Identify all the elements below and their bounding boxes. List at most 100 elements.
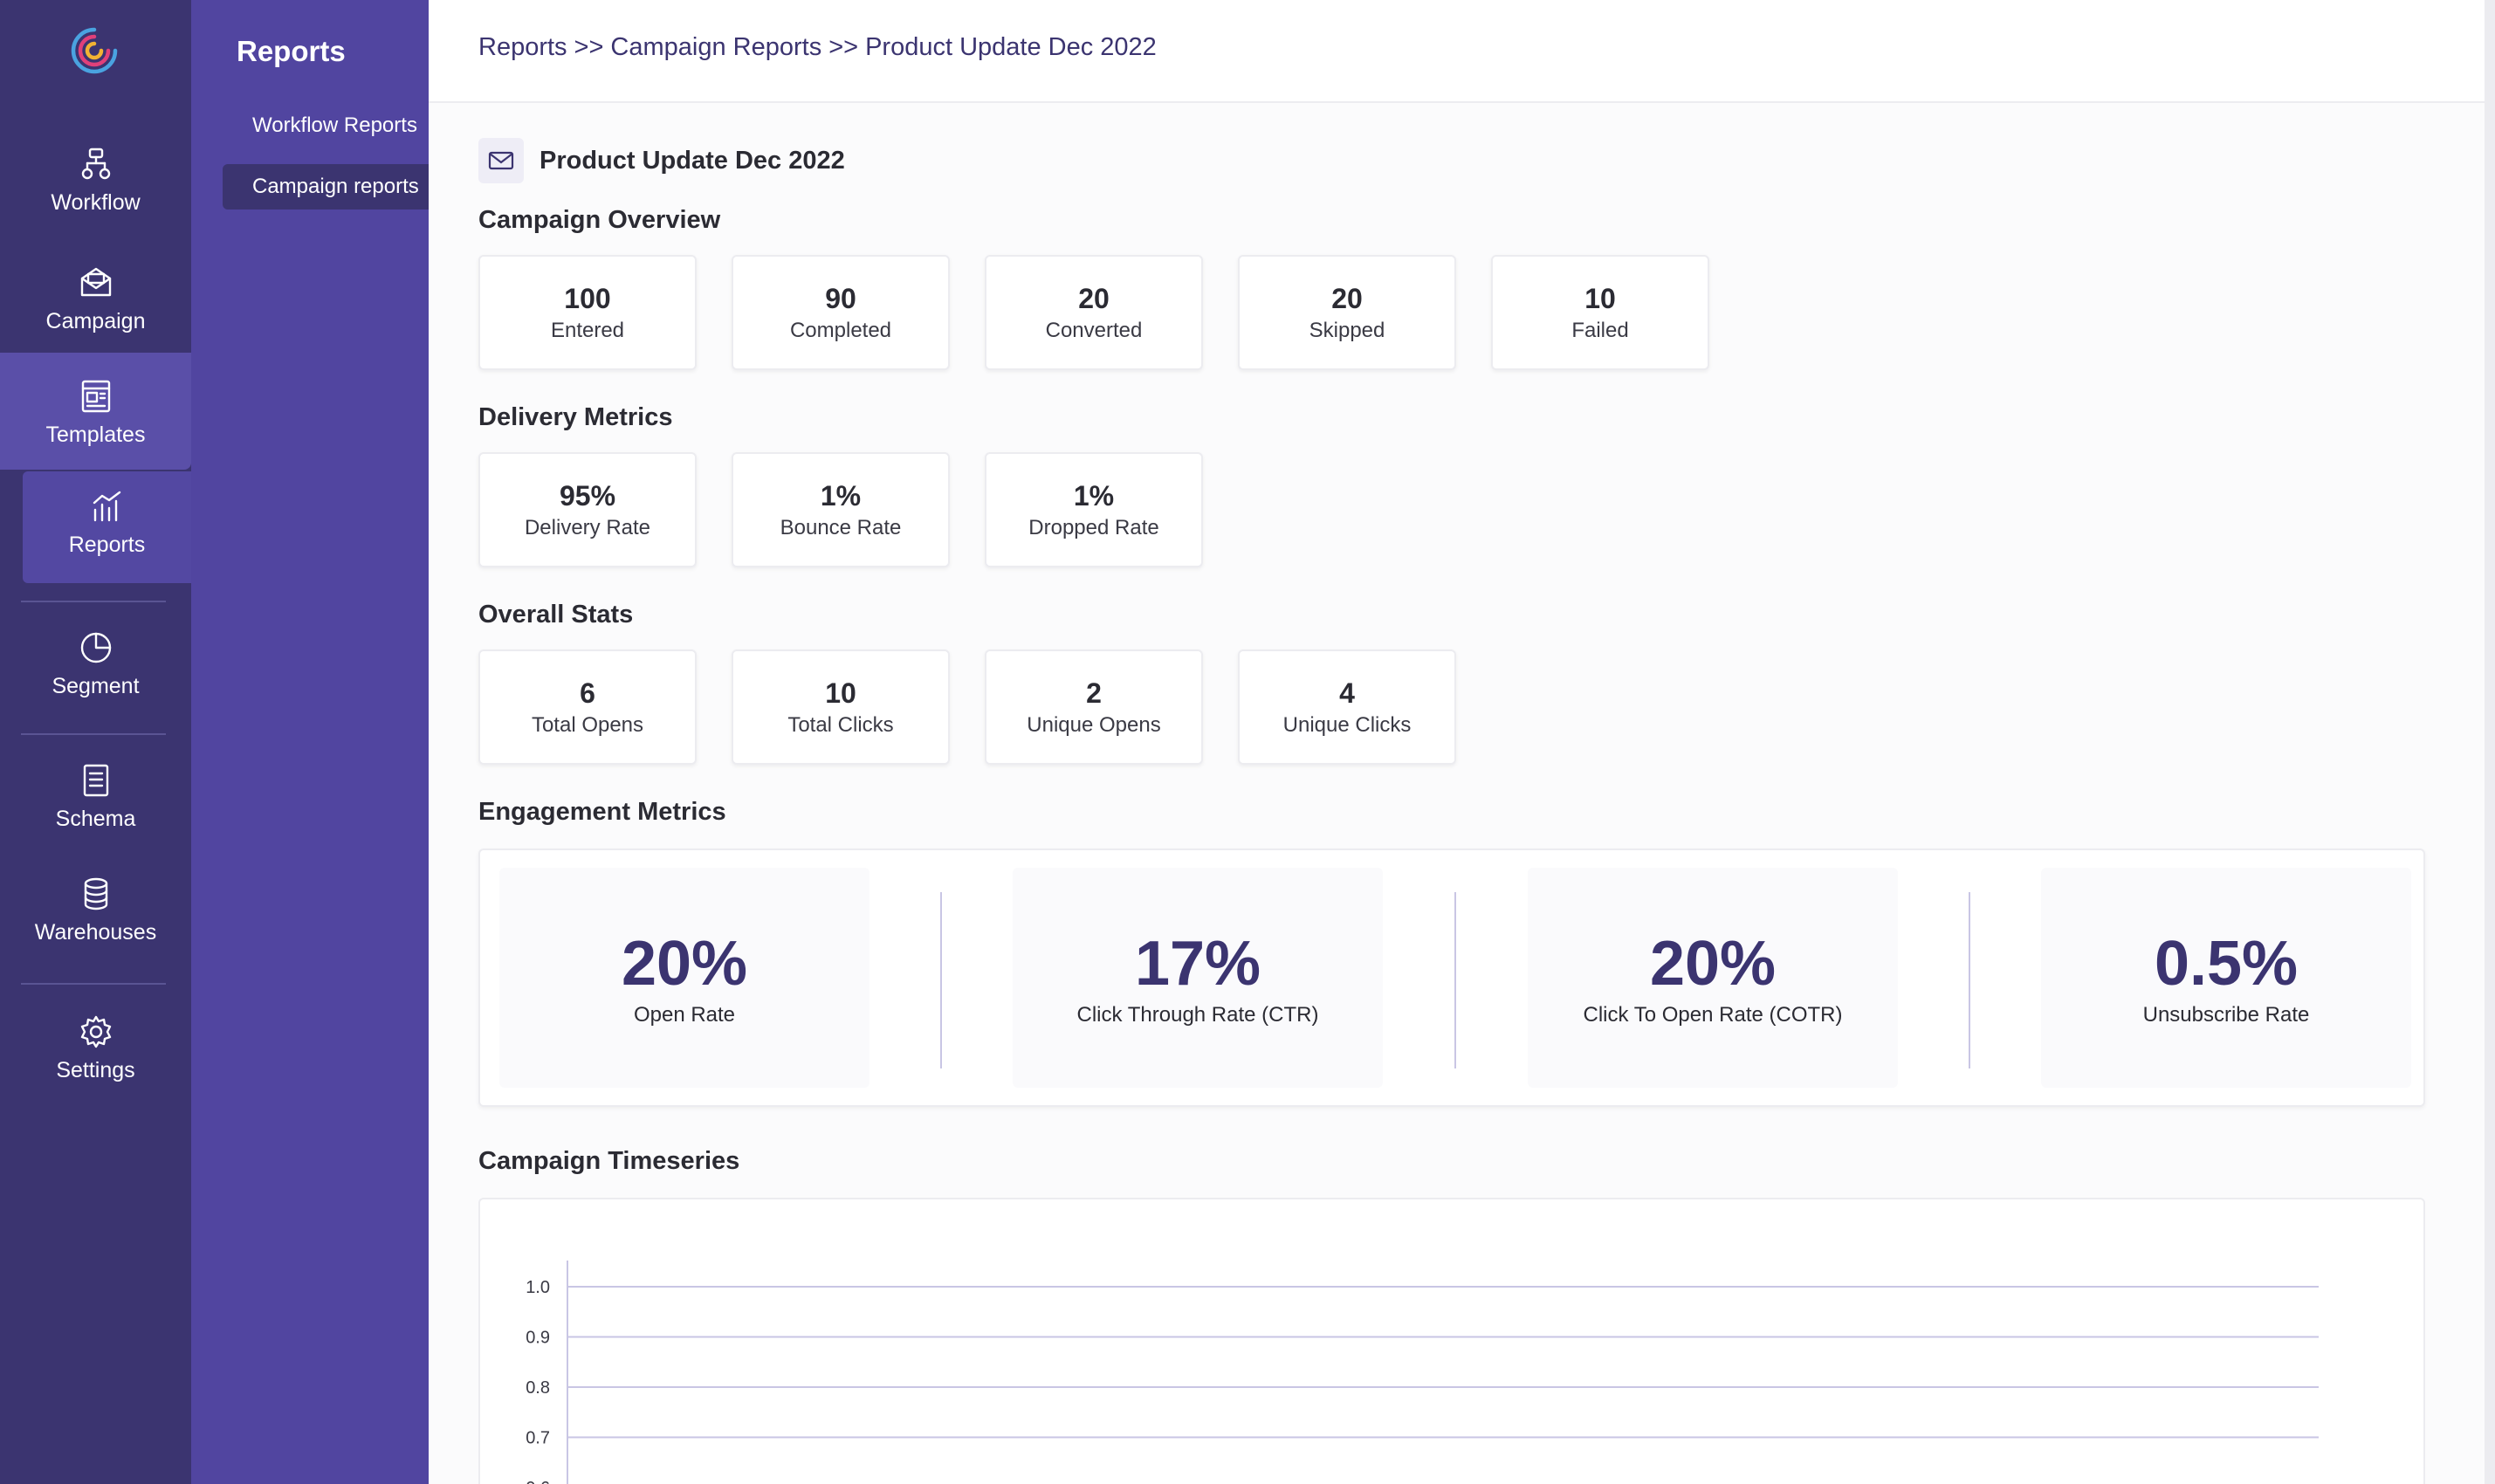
engagement-value: 20% (1649, 929, 1777, 999)
stat-card-total-clicks: 10 Total Clicks (732, 649, 950, 765)
stat-label: Completed (789, 318, 892, 342)
stat-value: 6 (580, 677, 595, 709)
y-tick-label: 1.0 (526, 1278, 550, 1297)
y-tick-label: 0.9 (526, 1329, 550, 1348)
nav-item-label: Reports (68, 532, 146, 557)
engagement-tile-cotr: 20% Click To Open Rate (COTR) (1528, 868, 1898, 1088)
nav-item-settings[interactable]: Settings (0, 1014, 191, 1083)
stat-value: 100 (564, 282, 611, 314)
stat-value: 20 (1078, 282, 1110, 314)
stat-value: 20 (1331, 282, 1363, 314)
gear-icon (80, 1015, 111, 1048)
stat-value: 95% (559, 479, 616, 512)
engagement-value: 0.5% (2154, 929, 2299, 999)
engagement-divider (1454, 892, 1456, 1068)
stat-label: Failed (1571, 318, 1629, 342)
stat-card-failed: 10 Failed (1491, 255, 1709, 370)
nav-item-label: Workflow (51, 190, 141, 215)
nav-item-label: Settings (56, 1058, 135, 1082)
nav-item-label: Templates (45, 423, 146, 447)
stat-card-skipped: 20 Skipped (1238, 255, 1456, 370)
section-title-engagement: Engagement Metrics (478, 798, 726, 826)
nav-divider (21, 733, 166, 735)
engagement-label: Open Rate (633, 1003, 736, 1027)
stat-value: 2 (1086, 677, 1102, 709)
workflow-icon (81, 148, 110, 180)
stat-value: 4 (1339, 677, 1355, 709)
nav-item-segment[interactable]: Segment (0, 630, 191, 699)
segment-icon (80, 632, 111, 663)
stat-card-total-opens: 6 Total Opens (478, 649, 697, 765)
engagement-tile-unsubscribe-rate: 0.5% Unsubscribe Rate (2041, 868, 2411, 1088)
warehouses-icon (84, 877, 107, 910)
timeseries-chart-panel: 1.0 0.9 0.8 0.7 0.6 (478, 1198, 2425, 1484)
engagement-value: 20% (621, 929, 748, 999)
stat-label: Dropped Rate (1028, 515, 1159, 539)
mail-icon (488, 151, 514, 170)
nav-item-workflow[interactable]: Workflow (0, 147, 191, 216)
stat-card-converted: 20 Converted (985, 255, 1203, 370)
breadcrumb-item-current: Product Update Dec 2022 (865, 33, 1157, 61)
nav-item-reports[interactable]: Reports (23, 471, 191, 583)
stat-label: Entered (550, 318, 625, 342)
stat-card-delivery-rate: 95% Delivery Rate (478, 452, 697, 567)
nav-item-schema[interactable]: Schema (0, 763, 191, 832)
section-title-overview: Campaign Overview (478, 206, 721, 234)
stat-label: Delivery Rate (524, 515, 651, 539)
breadcrumb-item-reports[interactable]: Reports (478, 33, 567, 62)
engagement-divider (1969, 892, 1970, 1068)
breadcrumb-separator: >> (828, 33, 859, 61)
engagement-divider (940, 892, 942, 1068)
brand-logo-icon[interactable] (68, 24, 120, 77)
primary-nav-rail: Workflow Campaign Templates Reports Segm… (0, 0, 191, 1484)
stat-label: Unique Opens (1027, 712, 1161, 737)
delivery-cards: 95% Delivery Rate 1% Bounce Rate 1% Drop… (478, 452, 1203, 567)
nav-item-warehouses[interactable]: Warehouses (0, 876, 191, 945)
nav-item-label: Campaign (45, 309, 146, 333)
stat-value: 10 (825, 677, 856, 709)
y-tick-label: 0.6 (526, 1479, 550, 1484)
nav-item-label: Warehouses (34, 920, 157, 945)
engagement-label: Click To Open Rate (COTR) (1583, 1003, 1843, 1027)
overview-cards: 100 Entered 90 Completed 20 Converted 20… (478, 255, 1709, 370)
engagement-tile-open-rate: 20% Open Rate (499, 868, 869, 1088)
y-tick-label: 0.8 (526, 1378, 550, 1398)
nav-item-label: Segment (52, 674, 140, 698)
stat-card-unique-opens: 2 Unique Opens (985, 649, 1203, 765)
engagement-label: Click Through Rate (CTR) (1076, 1003, 1319, 1027)
stat-label: Total Clicks (787, 712, 894, 737)
section-title-timeseries: Campaign Timeseries (478, 1147, 740, 1175)
engagement-panel: 20% Open Rate 17% Click Through Rate (CT… (478, 848, 2425, 1107)
scrollbar[interactable] (2485, 0, 2495, 1484)
stat-card-unique-clicks: 4 Unique Clicks (1238, 649, 1456, 765)
reports-subnav: Reports Workflow Reports Campaign report… (191, 0, 429, 1484)
stat-label: Unique Clicks (1282, 712, 1412, 737)
subnav-title: Reports (237, 35, 346, 67)
breadcrumb-item-campaign-reports[interactable]: Campaign Reports (610, 33, 821, 62)
app-window: Workflow Campaign Templates Reports Segm… (0, 0, 2495, 1484)
nav-item-campaign[interactable]: Campaign (0, 265, 191, 334)
subnav-item-campaign-reports[interactable]: Campaign reports (223, 164, 429, 210)
campaign-type-badge (478, 138, 524, 183)
stat-label: Total Opens (531, 712, 644, 737)
topbar: Reports >> Campaign Reports >> Product U… (429, 0, 2495, 103)
breadcrumb-separator: >> (574, 33, 604, 61)
stat-value: 1% (1073, 479, 1115, 512)
stat-value: 1% (820, 479, 862, 512)
subnav-item-workflow-reports[interactable]: Workflow Reports (223, 103, 429, 148)
nav-item-label: Schema (55, 807, 136, 831)
section-title-delivery: Delivery Metrics (478, 403, 673, 431)
stat-label: Skipped (1309, 318, 1385, 342)
stat-value: 10 (1584, 282, 1616, 314)
campaign-header: Product Update Dec 2022 (478, 138, 845, 183)
y-tick-label: 0.7 (526, 1429, 550, 1448)
stat-value: 90 (825, 282, 856, 314)
nav-item-templates[interactable]: Templates (0, 353, 191, 470)
campaign-icon (80, 267, 111, 297)
stat-card-bounce-rate: 1% Bounce Rate (732, 452, 950, 567)
stat-label: Converted (1045, 318, 1143, 342)
engagement-tile-ctr: 17% Click Through Rate (CTR) (1013, 868, 1383, 1088)
engagement-value: 17% (1134, 929, 1261, 999)
stat-card-dropped-rate: 1% Dropped Rate (985, 452, 1203, 567)
schema-icon (83, 764, 108, 797)
